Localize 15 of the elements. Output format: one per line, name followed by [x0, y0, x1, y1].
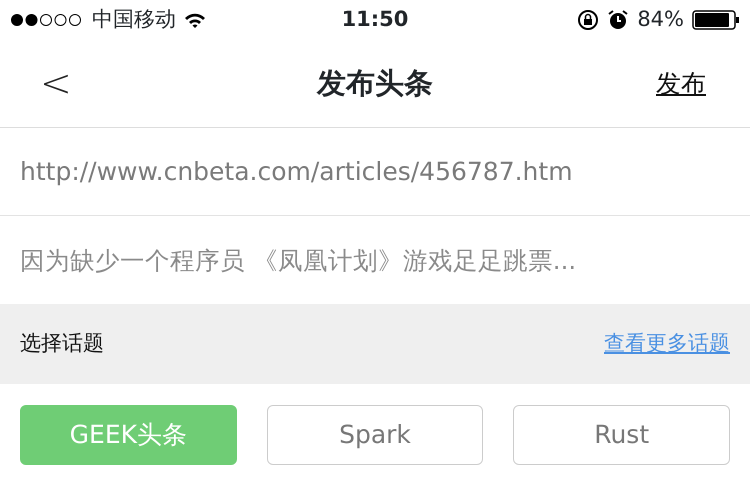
clock-time: 11:50	[342, 7, 408, 32]
wifi-icon	[184, 12, 206, 28]
carrier-name: 中国移动	[92, 6, 176, 34]
signal-icon	[10, 13, 84, 27]
topic-button[interactable]: Spark	[266, 405, 484, 465]
back-button[interactable]: <	[36, 55, 76, 112]
more-topics-link[interactable]: 查看更多话题	[604, 328, 730, 360]
publish-button[interactable]: 发布	[656, 64, 706, 102]
section-label: 选择话题	[20, 330, 104, 358]
topic-button[interactable]: Rust	[513, 405, 730, 465]
page-title: 发布头条	[317, 64, 433, 102]
battery-percent: 84%	[637, 6, 684, 34]
battery-icon	[692, 10, 740, 30]
alarm-icon	[607, 9, 630, 31]
rotation-lock-icon	[577, 9, 600, 31]
